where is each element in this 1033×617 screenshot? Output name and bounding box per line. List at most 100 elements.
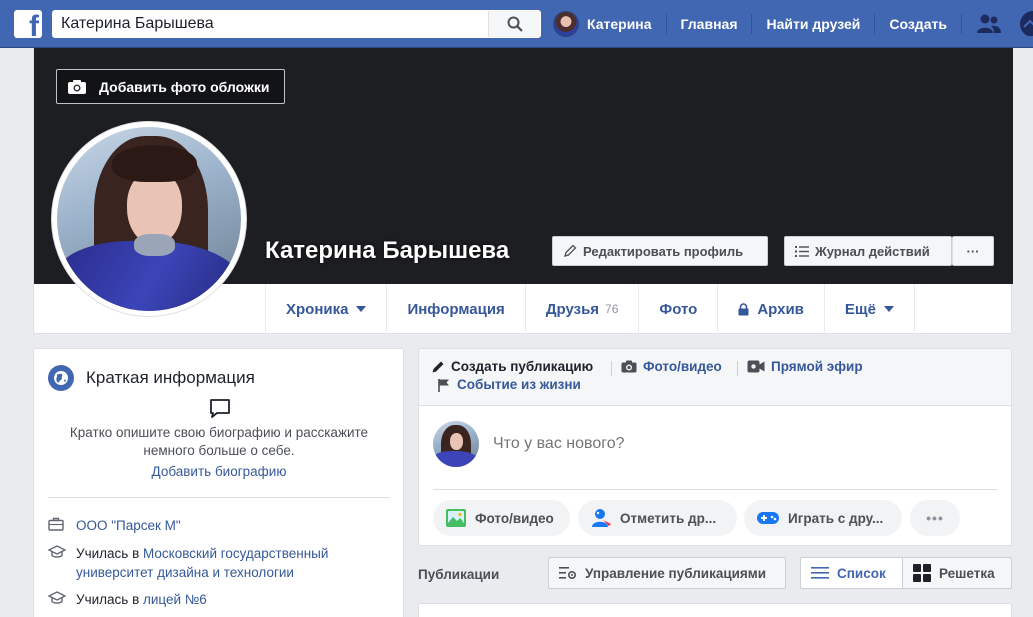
grid-view-label: Решетка <box>939 565 995 581</box>
photo-icon <box>445 508 467 528</box>
post-text-input[interactable] <box>493 435 973 453</box>
profile-photo-image <box>57 127 241 311</box>
post-composer: Создать публикацию Фото/видео Прямой эфи… <box>418 348 1012 546</box>
list-icon <box>795 245 809 258</box>
list-view-button[interactable]: Список <box>800 557 903 589</box>
avatar <box>433 421 479 467</box>
search-button[interactable] <box>488 11 540 37</box>
add-cover-photo-label: Добавить фото обложки <box>99 78 270 95</box>
avatar <box>553 11 579 37</box>
search-box <box>52 10 541 38</box>
live-video-tab[interactable]: Прямой эфир <box>747 359 863 374</box>
bio-prompt-text: Кратко опишите свою биографию и расскажи… <box>69 425 369 458</box>
tag-friends-chip[interactable]: Отметить др... <box>578 500 737 536</box>
nav-user-name: Катерина <box>587 16 652 32</box>
camera-icon <box>621 360 637 373</box>
create-post-tab[interactable]: Создать публикацию <box>431 359 593 374</box>
edit-profile-button[interactable]: Редактировать профиль <box>552 236 768 266</box>
tab-archive[interactable]: Архив <box>718 284 825 334</box>
publications-label: Публикации <box>418 567 500 582</box>
grid-icon <box>913 564 931 582</box>
caret-down-icon <box>883 306 894 312</box>
work-row: ООО "Парсек М" <box>48 516 181 535</box>
search-icon <box>507 16 523 32</box>
photo-video-tab[interactable]: Фото/видео <box>621 359 722 374</box>
list-icon <box>811 566 829 580</box>
tab-photos-label: Фото <box>659 300 698 318</box>
composer-header: Создать публикацию Фото/видео Прямой эфи… <box>419 349 1011 406</box>
nav-divider <box>665 14 667 34</box>
nav-find-friends-link[interactable]: Найти друзей <box>766 16 860 32</box>
video-camera-icon <box>747 360 765 373</box>
university-text: Училась в Московский государственный уни… <box>76 544 368 582</box>
more-dots-icon: ··· <box>966 243 980 259</box>
tag-friends-chip-label: Отметить др... <box>620 510 717 526</box>
graduation-cap-icon <box>48 591 66 609</box>
friend-requests-icon[interactable] <box>976 14 1002 34</box>
tab-timeline[interactable]: Хроника <box>266 284 388 334</box>
facebook-logo-icon[interactable]: f <box>14 10 42 38</box>
nav-user-profile[interactable]: Катерина <box>553 11 666 37</box>
nav-home-link[interactable]: Главная <box>681 16 738 32</box>
flag-icon <box>437 378 451 392</box>
graduation-cap-icon <box>48 545 66 582</box>
top-navigation-bar: f Катерина Главная Найти друзей Создать <box>0 0 1033 48</box>
manage-settings-icon <box>559 566 577 580</box>
tab-about-label: Информация <box>407 300 505 318</box>
photo-video-chip[interactable]: Фото/видео <box>433 500 570 536</box>
work-link[interactable]: ООО "Парсек М" <box>76 516 181 535</box>
search-input[interactable] <box>53 11 489 37</box>
profile-picture[interactable] <box>51 121 247 317</box>
divider <box>48 497 390 498</box>
tab-about[interactable]: Информация <box>387 284 526 334</box>
tab-friends[interactable]: Друзья 76 <box>526 284 640 334</box>
globe-icon <box>48 365 74 391</box>
tab-timeline-label: Хроника <box>286 300 349 318</box>
intro-title-text: Краткая информация <box>86 368 255 387</box>
feed-card <box>418 603 1012 617</box>
photo-bangs <box>112 145 197 183</box>
gamepad-icon <box>756 510 780 526</box>
add-cover-photo-button[interactable]: Добавить фото обложки <box>56 69 285 104</box>
friends-count: 76 <box>605 302 619 316</box>
profile-name[interactable]: Катерина Барышева <box>265 237 509 265</box>
top-nav-links: Катерина Главная Найти друзей Создать <box>553 8 1002 40</box>
add-bio-link[interactable]: Добавить биографию <box>54 464 384 479</box>
list-view-label: Список <box>837 565 886 581</box>
messenger-icon[interactable] <box>1016 6 1033 39</box>
header-divider <box>611 361 612 376</box>
university-row: Училась в Московский государственный уни… <box>48 544 368 582</box>
life-event-tab[interactable]: Событие из жизни <box>437 377 581 392</box>
header-divider <box>737 361 738 376</box>
nav-divider <box>751 14 753 34</box>
composer-more-button[interactable]: ••• <box>910 500 960 536</box>
school-link[interactable]: лицей №6 <box>143 592 207 607</box>
tab-photos[interactable]: Фото <box>639 284 719 334</box>
manage-posts-button[interactable]: Управление публикациями <box>548 557 786 589</box>
nav-create-link[interactable]: Создать <box>889 16 947 32</box>
camera-icon <box>67 79 87 95</box>
profile-header: Добавить фото обложки Катерина Барышева … <box>33 48 1013 334</box>
studied-prefix: Училась в <box>76 546 143 561</box>
create-post-label: Создать публикацию <box>451 359 594 374</box>
tab-archive-label: Архив <box>757 300 804 318</box>
photo-video-chip-label: Фото/видео <box>475 510 554 526</box>
nav-divider <box>874 14 876 34</box>
profile-more-button[interactable]: ··· <box>952 236 994 266</box>
photo-coat <box>433 451 479 467</box>
photo-scarf <box>134 233 175 256</box>
tab-more[interactable]: Ещё <box>825 284 915 334</box>
profile-tabs: Хроника Информация Друзья 76 Фото Архив Е… <box>265 284 915 334</box>
speech-bubble-icon <box>208 397 232 424</box>
pencil-icon <box>563 244 577 258</box>
pencil-icon <box>431 360 445 374</box>
life-event-label: Событие из жизни <box>457 377 581 392</box>
school-prefix: Училась в <box>76 592 143 607</box>
edit-profile-label: Редактировать профиль <box>583 243 744 259</box>
activity-log-button[interactable]: Журнал действий <box>784 236 952 266</box>
grid-view-button[interactable]: Решетка <box>902 557 1012 589</box>
live-video-label: Прямой эфир <box>771 359 863 374</box>
play-with-friends-chip[interactable]: Играть с дру... <box>744 500 902 536</box>
school-text: Училась в лицей №6 <box>76 590 207 609</box>
nav-divider <box>960 14 962 34</box>
